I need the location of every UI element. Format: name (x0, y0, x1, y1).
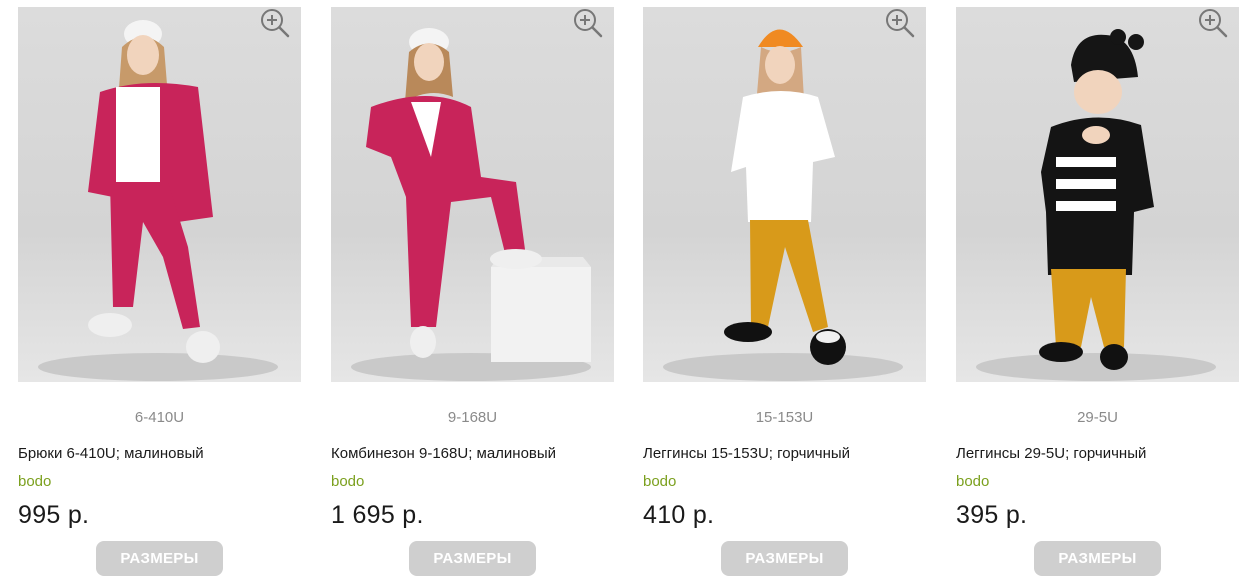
product-brand[interactable]: bodo (956, 473, 989, 490)
zoom-in-icon[interactable] (572, 7, 604, 39)
product-card: 29-5U Леггинсы 29-5U; горчичный bodo 395… (956, 0, 1239, 581)
product-photo[interactable] (18, 7, 301, 382)
product-price: 1 695 р. (331, 501, 424, 529)
product-title[interactable]: Комбинезон 9-168U; малиновый (331, 445, 631, 462)
sizes-button[interactable]: РАЗМЕРЫ (1034, 541, 1161, 576)
product-card: 15-153U Леггинсы 15-153U; горчичный bodo… (643, 0, 926, 581)
sizes-button[interactable]: РАЗМЕРЫ (96, 541, 223, 576)
zoom-in-icon[interactable] (259, 7, 291, 39)
product-brand[interactable]: bodo (331, 473, 364, 490)
zoom-in-icon[interactable] (1197, 7, 1229, 39)
product-title[interactable]: Брюки 6-410U; малиновый (18, 445, 318, 462)
product-photo[interactable] (331, 7, 614, 382)
product-sku: 6-410U (134, 409, 185, 426)
product-sku: 15-153U (755, 409, 814, 426)
product-price: 995 р. (18, 501, 90, 529)
product-grid: 6-410U Брюки 6-410U; малиновый bodo 995 … (0, 0, 1247, 581)
product-brand[interactable]: bodo (643, 473, 676, 490)
product-photo[interactable] (643, 7, 926, 382)
sizes-button[interactable]: РАЗМЕРЫ (721, 541, 848, 576)
product-card: 6-410U Брюки 6-410U; малиновый bodo 995 … (18, 0, 301, 581)
product-sku: 9-168U (447, 409, 498, 426)
product-price: 395 р. (956, 501, 1028, 529)
product-brand[interactable]: bodo (18, 473, 51, 490)
product-photo[interactable] (956, 7, 1239, 382)
product-sku: 29-5U (1077, 409, 1118, 426)
product-title[interactable]: Леггинсы 29-5U; горчичный (956, 445, 1247, 462)
product-title[interactable]: Леггинсы 15-153U; горчичный (643, 445, 943, 462)
zoom-in-icon[interactable] (884, 7, 916, 39)
product-price: 410 р. (643, 501, 715, 529)
product-card: 9-168U Комбинезон 9-168U; малиновый bodo… (331, 0, 614, 581)
sizes-button[interactable]: РАЗМЕРЫ (409, 541, 536, 576)
